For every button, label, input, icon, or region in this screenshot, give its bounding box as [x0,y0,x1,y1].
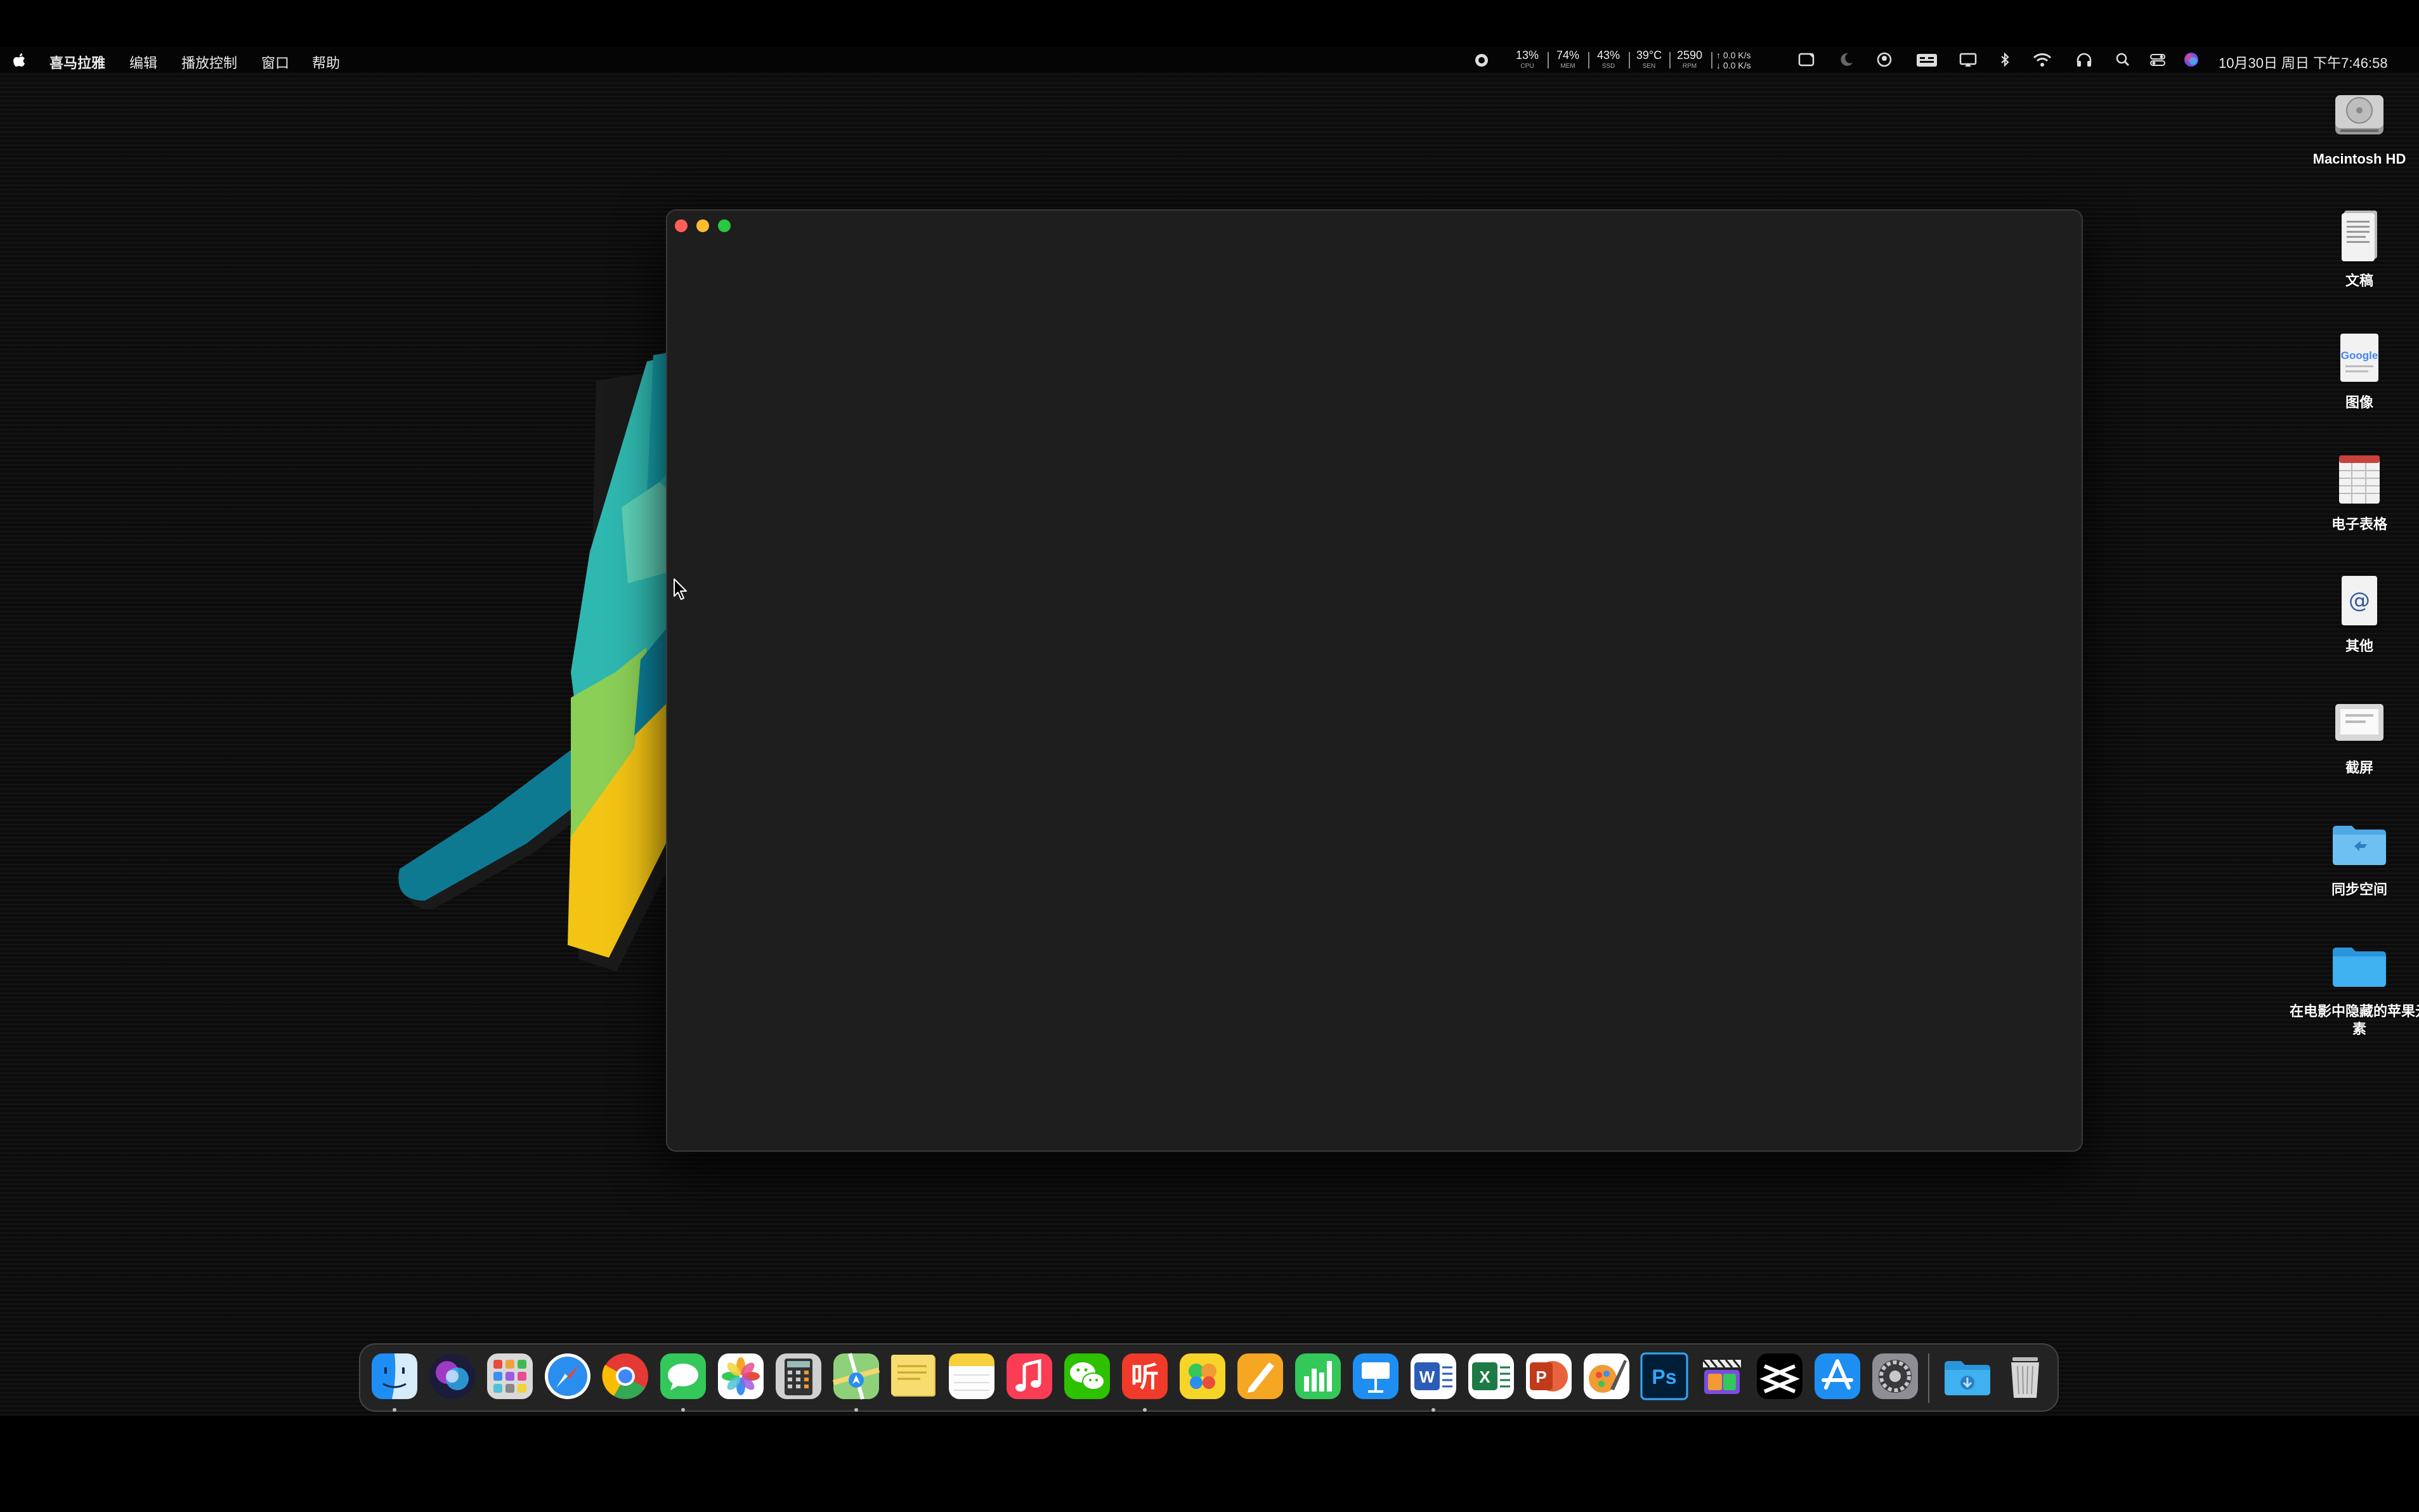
input-method-icon[interactable] [1915,51,1938,68]
dock-powerpoint-icon[interactable]: P [1523,1351,1574,1402]
headphones-icon[interactable] [2075,51,2093,68]
dock-final-cut-pro-icon[interactable] [1697,1351,1747,1402]
stat-divider [1669,52,1671,68]
display-icon[interactable] [1797,51,1816,68]
apple-menu-icon[interactable] [13,52,27,67]
spotlight-search-icon[interactable] [2115,51,2131,68]
desktop-icon-spreadsheets[interactable]: 电子表格 [2290,448,2419,533]
dock-finder-icon[interactable] [369,1351,420,1402]
user-account-icon[interactable] [1876,51,1893,68]
screen-top-border [0,0,2419,47]
app-name-menu[interactable]: 喜马拉雅 [49,52,105,72]
dock-word-icon[interactable]: W [1408,1351,1459,1402]
svg-text:P: P [1536,1367,1546,1386]
dock-trash-icon[interactable] [2000,1351,2051,1402]
dock-messages-icon[interactable] [658,1351,708,1402]
screen-mirroring-icon[interactable] [1959,51,1978,68]
dock-keynote-icon[interactable] [1350,1351,1401,1402]
screenshot-icon [2335,704,2383,741]
network-stat[interactable]: ↑ 0.0 K/s ↓ 0.0 K/s [1716,50,1751,70]
menu-playback-control[interactable]: 播放控制 [181,52,237,72]
svg-text:X: X [1479,1367,1490,1386]
dock: 听 W X P Ps [359,1343,2059,1412]
siri-icon[interactable] [2183,51,2200,68]
dock-excel-icon[interactable]: X [1466,1351,1516,1402]
desktop-icon-folder-apple-elements[interactable]: 在电影中隐藏的苹果元素 [2290,935,2419,1038]
hard-drive-icon [2335,95,2383,134]
menu-help[interactable]: 帮助 [312,52,340,72]
dock-launchpad-icon[interactable] [485,1351,535,1402]
desktop-icon-macintosh-hd[interactable]: Macintosh HD [2290,82,2419,168]
dock-music-icon[interactable] [1004,1351,1055,1402]
stat-divider [1548,52,1549,68]
spreadsheet-icon [2339,455,2380,504]
dock-capcut-icon[interactable] [1754,1351,1805,1402]
running-indicator [1431,1408,1435,1412]
desktop: 喜马拉雅 编辑 播放控制 窗口 帮助 13% CPU 74% MEM 43% S… [0,0,2419,1416]
window-close-button[interactable] [675,219,688,232]
svg-text:听: 听 [1131,1361,1159,1393]
image-icon: Google [2340,334,2378,382]
moon-icon[interactable] [1839,51,1855,68]
svg-text:Ps: Ps [1652,1365,1676,1388]
svg-text:W: W [1419,1367,1435,1386]
fan-stat[interactable]: 2590 RPM [1672,49,1707,72]
sensor-stat[interactable]: 39°C SEN [1631,49,1667,72]
stat-divider [1711,52,1712,68]
menu-edit[interactable]: 编辑 [129,52,157,72]
dock-stickies-icon[interactable] [889,1351,939,1402]
app-window[interactable] [666,209,2083,1152]
desktop-icon-sync-space[interactable]: 同步空间 [2290,813,2419,899]
dock-notes-icon[interactable] [946,1351,997,1402]
dock-ximalaya-icon[interactable]: 听 [1119,1351,1170,1402]
dock-photoshop-icon[interactable]: Ps [1639,1351,1690,1402]
ssd-stat[interactable]: 43% SSD [1591,49,1626,72]
dock-downloads-folder-icon[interactable] [1942,1351,1993,1402]
other-file-icon: @ [2342,576,2377,625]
sync-folder-icon [2333,826,2386,865]
memory-stat[interactable]: 74% MEM [1550,49,1586,72]
dock-separator [1928,1353,1929,1403]
control-center-icon[interactable] [2149,51,2167,68]
dock-numbers-icon[interactable] [1293,1351,1343,1402]
running-indicator [681,1408,685,1412]
mouse-cursor-icon [674,578,687,600]
desktop-icon-images[interactable]: Google 图像 [2290,326,2419,412]
dock-safari-icon[interactable] [542,1351,593,1402]
folder-icon [2333,948,2386,987]
dock-system-preferences-icon[interactable] [1870,1351,1920,1402]
running-indicator [393,1408,396,1412]
wifi-icon[interactable] [2032,51,2052,68]
dock-pages-icon[interactable] [1235,1351,1286,1402]
dock-siri-icon[interactable] [427,1351,478,1402]
dock-wechat-icon[interactable] [1062,1351,1112,1402]
dock-calculator-icon[interactable] [773,1351,824,1402]
desktop-icon-screenshots[interactable]: 截屏 [2290,691,2419,777]
document-icon [2342,211,2377,261]
dock-photos-icon[interactable] [715,1351,766,1402]
window-maximize-button[interactable] [718,219,731,232]
menu-bar: 喜马拉雅 编辑 播放控制 窗口 帮助 13% CPU 74% MEM 43% S… [0,47,2419,72]
window-minimize-button[interactable] [696,219,709,232]
bluetooth-icon[interactable] [1999,51,2012,68]
running-indicator [854,1408,858,1412]
record-status-icon[interactable] [1474,53,1489,68]
svg-text:Google: Google [2341,349,2378,362]
desktop-icon-documents[interactable]: 文稿 [2290,204,2419,290]
desktop-icon-other[interactable]: @ 其他 [2290,570,2419,655]
svg-text:@: @ [2349,588,2370,613]
stat-divider [1588,52,1589,68]
screen-bottom-border [0,1416,2419,1512]
dock-pixelmator-icon[interactable] [1581,1351,1632,1402]
clock[interactable]: 10月30日 周日 下午7:46:58 [2219,52,2388,72]
running-indicator [1143,1408,1147,1412]
cpu-stat[interactable]: 13% CPU [1509,49,1545,72]
stat-divider [1629,52,1630,68]
wallpaper-logo [398,352,672,972]
dock-photo-viewer-icon[interactable] [1177,1351,1228,1402]
menu-window[interactable]: 窗口 [261,52,289,72]
dock-maps-icon[interactable] [831,1351,882,1402]
dock-chrome-icon[interactable] [600,1351,651,1402]
dock-app-store-icon[interactable] [1812,1351,1863,1402]
